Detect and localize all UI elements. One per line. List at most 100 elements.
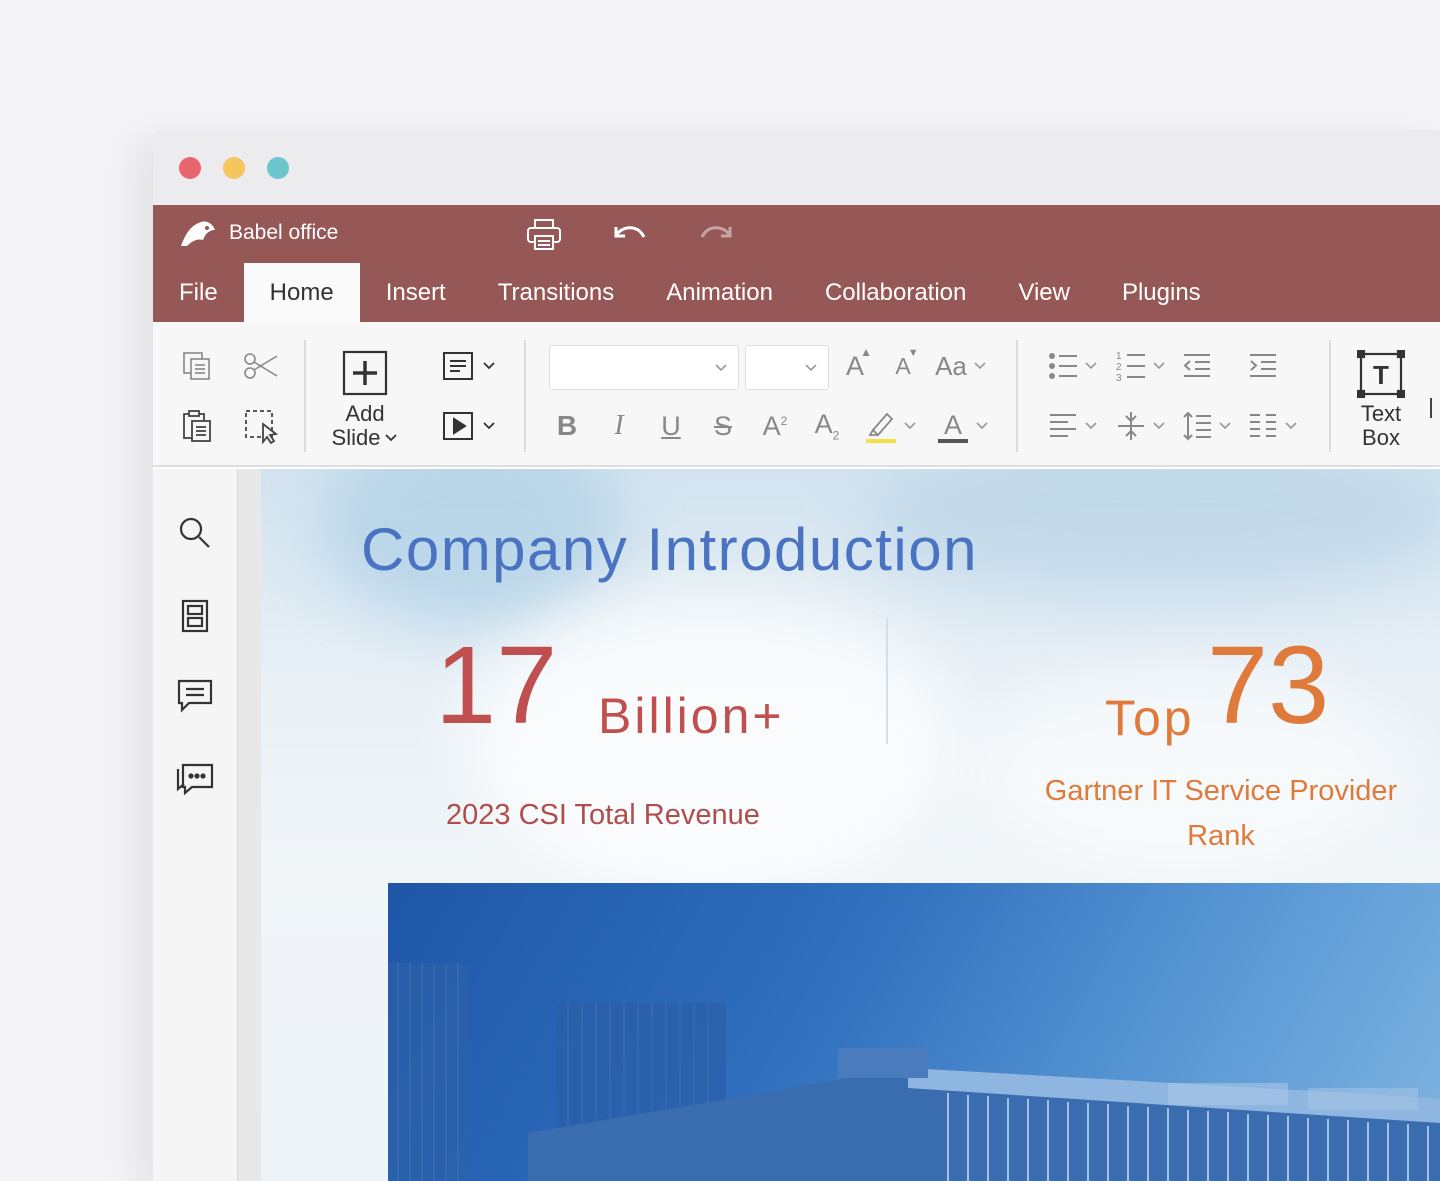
rank-label[interactable]: Gartner IT Service Provider Rank (1031, 769, 1411, 859)
svg-text:A: A (944, 410, 962, 440)
chevron-down-icon (1153, 362, 1165, 370)
app-name: Babel office (229, 221, 339, 244)
rank-prefix[interactable]: Top (1105, 689, 1195, 747)
subscript-icon: A2 (814, 409, 840, 443)
rank-label-line-2: Rank (1187, 820, 1255, 852)
tab-transitions[interactable]: Transitions (472, 263, 640, 322)
decrease-indent-button[interactable] (1177, 346, 1217, 386)
italic-icon: I (614, 410, 624, 441)
tab-plugins[interactable]: Plugins (1096, 263, 1227, 322)
subscript-button[interactable]: A2 (809, 406, 845, 446)
revenue-number[interactable]: 17 (435, 631, 557, 741)
tab-view[interactable]: View (992, 263, 1096, 322)
comment-icon (177, 679, 213, 713)
add-slide-label-1: Add (345, 401, 385, 426)
decrease-font-icon: A ▼ (895, 346, 919, 379)
increase-font-icon: A ▲ (845, 344, 872, 381)
chevron-down-icon (483, 422, 495, 430)
bullets-button[interactable] (1043, 346, 1103, 386)
tab-collaboration[interactable]: Collaboration (799, 263, 992, 322)
columns-icon (1250, 414, 1276, 437)
slideshow-button[interactable] (439, 406, 499, 446)
line-spacing-button[interactable] (1177, 406, 1237, 446)
text-box-label-1: Text (1360, 401, 1402, 426)
decrease-indent-icon (1183, 354, 1210, 377)
vertical-align-button[interactable] (1111, 406, 1171, 446)
slide-canvas[interactable]: Company Introduction 17 Billion+ 2023 CS… (261, 469, 1440, 1181)
chevron-down-icon (483, 362, 495, 370)
slides-panel-button[interactable] (175, 596, 215, 636)
strikethrough-icon: S (713, 410, 732, 441)
font-color-button[interactable]: A (933, 406, 993, 446)
chat-button[interactable] (175, 760, 215, 800)
font-name-select[interactable] (549, 345, 739, 390)
bold-button[interactable]: B (549, 406, 585, 446)
app-window: Babel office File Home Insert Transition… (153, 130, 1440, 1181)
comments-button[interactable] (175, 676, 215, 716)
text-box-label-2: Box (1362, 425, 1400, 450)
slide-title[interactable]: Company Introduction (361, 515, 978, 584)
rank-number[interactable]: 73 (1207, 631, 1329, 741)
slideshow-icon (443, 412, 473, 440)
chevron-down-icon (1153, 422, 1165, 430)
align-left-button[interactable] (1043, 406, 1103, 446)
underline-button[interactable]: U (653, 406, 689, 446)
tab-home[interactable]: Home (243, 263, 360, 322)
building-illustration (388, 963, 1440, 1181)
print-button[interactable] (524, 215, 564, 255)
search-button[interactable] (175, 513, 215, 553)
chevron-down-icon (976, 422, 988, 430)
revenue-label[interactable]: 2023 CSI Total Revenue (446, 799, 760, 832)
paste-button[interactable] (177, 406, 217, 446)
redo-button[interactable] (696, 215, 736, 255)
chevron-down-icon (1285, 422, 1297, 430)
bullets-icon (1049, 353, 1077, 379)
copy-button[interactable] (177, 346, 217, 386)
undo-button[interactable] (610, 215, 650, 255)
cut-button[interactable] (241, 346, 281, 386)
change-case-button[interactable]: Aa (931, 346, 991, 386)
line-spacing-icon (1183, 411, 1211, 441)
increase-font-button[interactable]: A ▲ (837, 344, 873, 386)
chevron-down-icon (904, 422, 916, 430)
change-case-icon: Aa (935, 350, 967, 381)
chevron-down-icon (385, 434, 398, 442)
svg-text:2: 2 (1116, 362, 1122, 373)
cut-icon (244, 353, 278, 379)
zoom-window-button[interactable] (267, 157, 289, 179)
undo-icon (614, 226, 646, 238)
numbering-button[interactable]: 123 (1111, 346, 1171, 386)
tab-animation[interactable]: Animation (640, 263, 799, 322)
italic-button[interactable]: I (601, 406, 637, 446)
superscript-button[interactable]: A2 (757, 406, 793, 446)
highlight-button[interactable] (861, 406, 921, 446)
close-window-button[interactable] (179, 157, 201, 179)
layout-icon (443, 352, 473, 380)
text-box-button[interactable]: T Text Box (1346, 342, 1416, 458)
select-button[interactable] (241, 406, 281, 446)
copy-icon (183, 352, 210, 380)
chat-icon (176, 763, 214, 796)
chevron-down-icon (1085, 422, 1097, 430)
tab-insert[interactable]: Insert (360, 263, 472, 322)
columns-button[interactable] (1243, 406, 1303, 446)
increase-indent-button[interactable] (1243, 346, 1283, 386)
font-size-select[interactable] (745, 345, 829, 390)
strikethrough-button[interactable]: S (705, 406, 741, 446)
left-sidebar (153, 469, 237, 1181)
svg-text:3: 3 (1116, 373, 1122, 382)
ribbon-tabs: File Home Insert Transitions Animation C… (153, 263, 1227, 322)
text-box-icon: T (1357, 350, 1405, 398)
minimize-window-button[interactable] (223, 157, 245, 179)
redo-icon (700, 226, 732, 238)
chevron-down-icon (1085, 362, 1097, 370)
layout-button[interactable] (439, 346, 499, 386)
svg-text:T: T (1373, 360, 1389, 390)
stat-divider (886, 618, 888, 744)
select-icon (245, 410, 279, 444)
add-slide-button[interactable]: Add Slide (325, 342, 405, 458)
tab-file[interactable]: File (153, 263, 244, 322)
company-building-photo[interactable] (388, 883, 1440, 1181)
revenue-unit[interactable]: Billion+ (598, 687, 785, 745)
decrease-font-button[interactable]: A ▼ (885, 346, 921, 386)
